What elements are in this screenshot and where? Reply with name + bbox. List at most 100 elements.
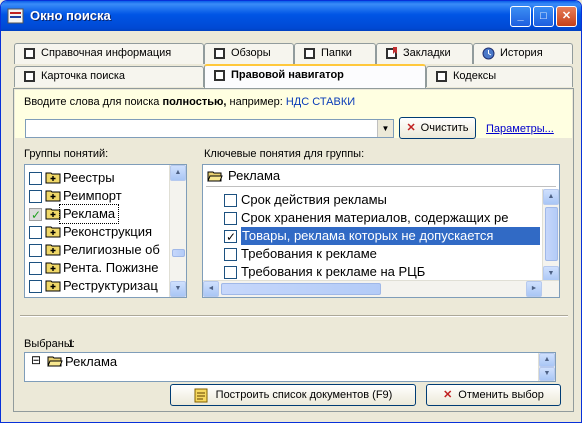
keywords-vertical-scrollbar[interactable]: ▲ ▼ xyxy=(542,189,559,282)
checkbox[interactable] xyxy=(224,266,237,279)
build-list-button[interactable]: Построить список документов (F9) xyxy=(170,384,416,406)
hint-example: НДС СТАВКИ xyxy=(285,96,356,108)
group-label: Реестры xyxy=(63,170,115,185)
scroll-up-icon[interactable]: ▲ xyxy=(170,165,186,181)
tab-reviews[interactable]: Обзоры xyxy=(204,43,294,64)
tab-reference-info[interactable]: Справочная информация xyxy=(14,43,204,64)
search-input[interactable]: ▼ xyxy=(25,119,394,138)
scroll-thumb[interactable] xyxy=(221,283,381,295)
close-icon: ✕ xyxy=(443,389,453,401)
scroll-down-icon[interactable]: ▼ xyxy=(539,367,555,381)
keywords-label: Ключевые понятия для группы: xyxy=(204,148,365,160)
scroll-thumb[interactable] xyxy=(172,249,185,257)
checkbox[interactable] xyxy=(29,226,42,239)
selected-vertical-scrollbar[interactable]: ▲ ▼ xyxy=(538,353,555,381)
keyword-list-item[interactable]: Срок хранения материалов, содержащих ре xyxy=(222,209,540,227)
title-bar[interactable]: Окно поиска _ □ ✕ xyxy=(1,1,581,31)
tab-bookmarks[interactable]: Закладки xyxy=(376,43,473,64)
group-list-item[interactable]: Реструктуризац xyxy=(28,277,170,295)
group-list-item[interactable]: Религиозные об xyxy=(28,241,170,259)
folder-plus-icon xyxy=(45,172,61,184)
scroll-thumb[interactable] xyxy=(545,207,558,261)
checkbox[interactable] xyxy=(224,212,237,225)
tab-label: Обзоры xyxy=(231,47,271,59)
scroll-down-icon[interactable]: ▼ xyxy=(170,281,186,297)
tab-label: Карточка поиска xyxy=(41,70,126,82)
keyword-label: Требования к рекламе на РЦБ xyxy=(241,264,426,279)
folder-plus-icon xyxy=(45,190,61,202)
selected-item[interactable]: Реклама xyxy=(65,353,117,371)
scroll-up-icon[interactable]: ▲ xyxy=(539,353,555,367)
tab-label: Справочная информация xyxy=(41,47,172,59)
scroll-left-icon[interactable]: ◄ xyxy=(203,281,219,297)
group-label: Религиозные об xyxy=(63,242,160,257)
hint-text-middle: например: xyxy=(226,96,286,108)
keyword-list-item[interactable]: Товары, реклама которых не допускается xyxy=(222,227,540,246)
keyword-list-item[interactable]: Срок действия рекламы xyxy=(222,191,540,209)
checkbox[interactable] xyxy=(29,262,42,275)
maximize-button[interactable]: □ xyxy=(533,6,554,27)
clear-button-label: Очистить xyxy=(420,122,469,134)
scroll-up-icon[interactable]: ▲ xyxy=(543,189,559,205)
close-button[interactable]: ✕ xyxy=(556,6,577,27)
parameters-link[interactable]: Параметры... xyxy=(486,123,554,135)
cancel-selection-label: Отменить выбор xyxy=(458,389,544,401)
tab-codes[interactable]: Кодексы xyxy=(426,66,573,87)
clear-button[interactable]: ✕ Очистить xyxy=(399,117,476,139)
minimize-button[interactable]: _ xyxy=(510,6,531,27)
search-window: Окно поиска _ □ ✕ Справочная информация … xyxy=(0,0,582,423)
folder-plus-icon xyxy=(45,226,61,238)
checkbox[interactable] xyxy=(224,248,237,261)
group-label: Рента. Пожизне xyxy=(63,260,159,275)
hint-bold: полностью, xyxy=(162,96,227,108)
selected-count: 1 xyxy=(68,338,75,350)
divider xyxy=(20,315,568,317)
tab-folders[interactable]: Папки xyxy=(294,43,376,64)
checkbox[interactable] xyxy=(29,190,42,203)
groups-list[interactable]: Реестры РеимпортРекламаРеконструкция Религ… xyxy=(24,164,187,298)
tab-history[interactable]: История xyxy=(473,43,573,64)
keyword-label: Срок действия рекламы xyxy=(241,192,387,207)
group-label: Реклама xyxy=(58,204,120,224)
navigator-icon xyxy=(214,69,225,81)
history-icon xyxy=(482,47,495,60)
group-list-item[interactable]: Реимпорт xyxy=(28,187,170,205)
checkbox[interactable] xyxy=(29,244,42,257)
tab-legal-navigator[interactable]: Правовой навигатор xyxy=(204,64,426,89)
keyword-list-item[interactable]: Требования к рекламе на РЦБ xyxy=(222,263,540,281)
keywords-horizontal-scrollbar[interactable]: ◄ ► xyxy=(203,280,559,297)
checkbox[interactable] xyxy=(224,228,237,246)
tab-search-card[interactable]: Карточка поиска xyxy=(14,66,204,87)
checkbox[interactable] xyxy=(29,206,42,224)
tab-label: Закладки xyxy=(403,47,451,59)
selected-tree[interactable]: ⊟ Реклама ▲ ▼ xyxy=(24,352,556,382)
codex-icon xyxy=(436,70,447,82)
bookmark-icon xyxy=(386,46,397,59)
checkbox[interactable] xyxy=(224,194,237,207)
checkbox[interactable] xyxy=(29,172,42,185)
group-list-item[interactable]: Реконструкция xyxy=(28,223,170,241)
close-icon: ✕ xyxy=(406,122,416,134)
group-label: Реструктуризац xyxy=(63,278,158,293)
keyword-label: Срок хранения материалов, содержащих ре xyxy=(241,210,509,225)
groups-label: Группы понятий: xyxy=(24,148,109,160)
keyword-list-item[interactable]: Требования к рекламе xyxy=(222,245,540,263)
group-label: Реимпорт xyxy=(63,188,122,203)
groups-vertical-scrollbar[interactable]: ▲ ▼ xyxy=(169,165,186,297)
window-title: Окно поиска xyxy=(30,8,111,23)
checkbox[interactable] xyxy=(29,280,42,293)
cancel-selection-button[interactable]: ✕ Отменить выбор xyxy=(426,384,561,406)
build-list-label: Построить список документов (F9) xyxy=(215,389,393,401)
group-list-item[interactable]: Реклама xyxy=(28,204,170,224)
group-list-item[interactable]: Реестры xyxy=(28,169,170,187)
tree-collapse-icon[interactable]: ⊟ xyxy=(31,353,41,369)
scroll-right-icon[interactable]: ► xyxy=(526,281,542,297)
keywords-list[interactable]: Реклама Срок действия рекламы Срок хранен… xyxy=(202,164,560,298)
search-area: Вводите слова для поиска полностью, напр… xyxy=(15,90,572,139)
open-folder-icon xyxy=(47,356,63,367)
dropdown-arrow-icon[interactable]: ▼ xyxy=(377,120,393,137)
keyword-label: Требования к рекламе xyxy=(241,246,377,261)
group-list-item[interactable]: Рента. Пожизне xyxy=(28,259,170,277)
group-label: Реконструкция xyxy=(63,224,153,239)
book-icon xyxy=(24,47,35,59)
